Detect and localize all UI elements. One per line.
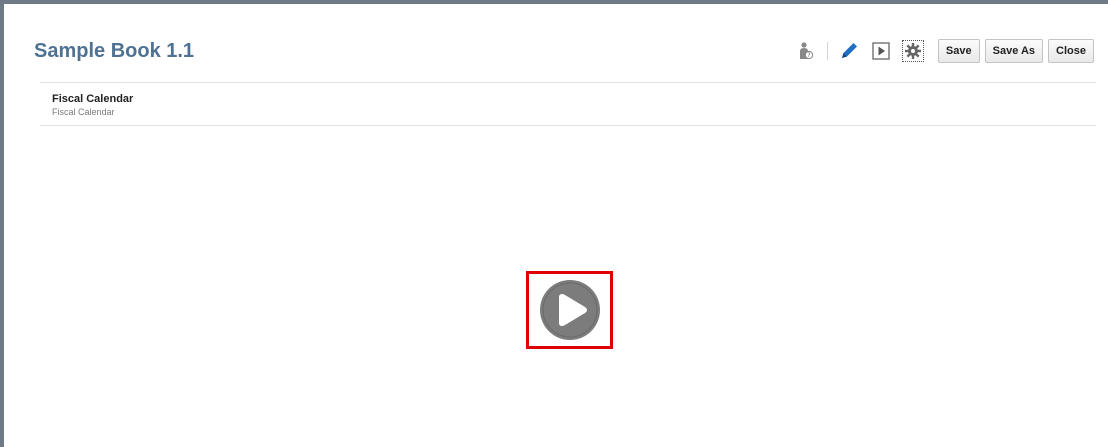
- item-subtitle: Fiscal Calendar: [52, 107, 115, 117]
- book-window: Sample Book 1.1 ? Save Save As Close Fis…: [0, 0, 1108, 447]
- close-button[interactable]: Close: [1048, 39, 1094, 63]
- item-title: Fiscal Calendar: [52, 93, 134, 105]
- save-button[interactable]: Save: [937, 39, 980, 63]
- save-as-button[interactable]: Save As: [984, 39, 1044, 63]
- pencil-icon[interactable]: [838, 40, 860, 62]
- toolbar: ? Save Save As Close: [795, 37, 1094, 65]
- play-circle-icon: [539, 280, 600, 340]
- gear-icon[interactable]: [901, 40, 924, 62]
- content-divider: [40, 125, 1096, 126]
- page-title: Sample Book 1.1: [34, 40, 195, 62]
- run-icon[interactable]: [870, 40, 892, 62]
- user-help-icon[interactable]: ?: [795, 40, 817, 62]
- header: Sample Book 1.1 ? Save Save As Close: [34, 32, 1094, 72]
- fiscal-calendar-item[interactable]: Fiscal Calendar Fiscal Calendar: [52, 92, 133, 118]
- play-button[interactable]: [526, 271, 613, 349]
- toolbar-divider: [826, 42, 828, 60]
- header-divider: [40, 82, 1096, 83]
- svg-text:?: ?: [807, 52, 810, 59]
